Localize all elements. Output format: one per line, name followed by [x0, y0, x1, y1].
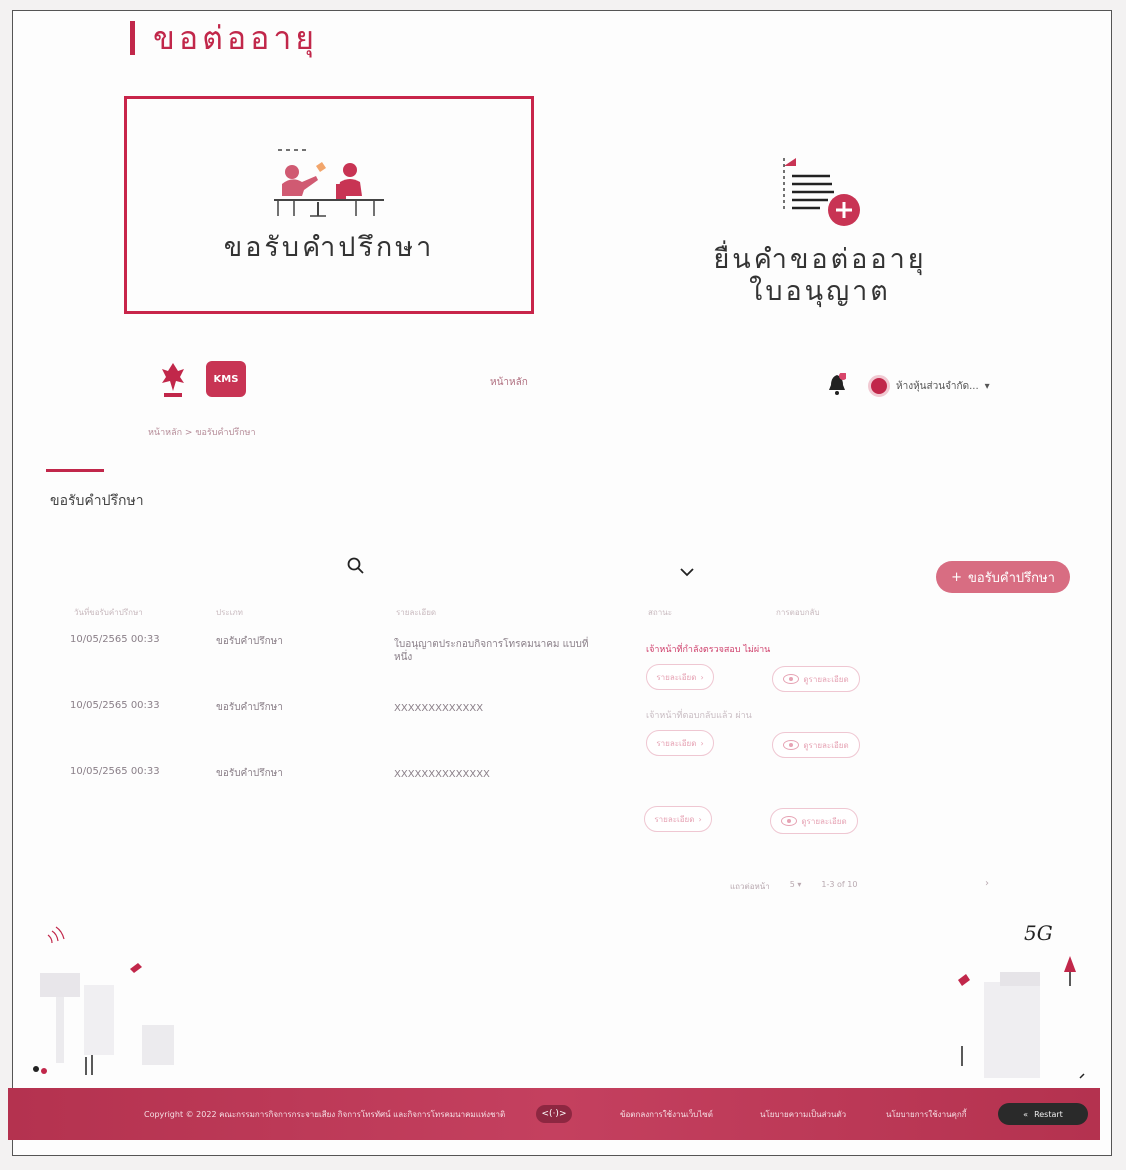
chevron-down-icon[interactable]: [678, 566, 696, 578]
table-row-desc: XXXXXXXXXXXXX: [394, 703, 484, 714]
breadcrumb: หน้าหลัก > ขอรับคำปรึกษา: [148, 425, 256, 439]
section-title: ขอรับคำปรึกษา: [50, 493, 144, 509]
table-header-status: สถานะ: [648, 608, 672, 617]
renew-card-label-line2: ใบอนุญาต: [749, 276, 891, 307]
breadcrumb-current: ขอรับคำปรึกษา: [195, 428, 256, 438]
table-row-desc: ใบอนุญาตประกอบกิจการโทรคมนาคม แบบที่หนึ่…: [394, 639, 589, 663]
detail-button[interactable]: รายละเอียด ›: [644, 806, 712, 832]
user-menu[interactable]: ห้างหุ้นส่วนจำกัด... ▾: [868, 375, 990, 397]
section-accent-line: [46, 469, 104, 472]
detail-button[interactable]: รายละเอียด ›: [646, 730, 714, 756]
table-row-type: ขอรับคำปรึกษา: [216, 702, 283, 713]
site-footer: Copyright © 2022 คณะกรรมการกิจการกระจายเ…: [8, 1088, 1100, 1140]
table-row-date: 10/05/2565 00:33: [70, 700, 160, 711]
eye-icon: [783, 740, 800, 750]
footer-link-cookies[interactable]: นโยบายการใช้งานคุกกี้: [886, 1108, 967, 1121]
notification-bell-icon[interactable]: [828, 373, 846, 395]
breadcrumb-home[interactable]: หน้าหลัก: [148, 428, 182, 438]
eye-icon: [781, 816, 798, 826]
detail-button-label: รายละเอียด: [656, 738, 697, 748]
chevron-right-icon: ›: [700, 672, 704, 682]
page-title: ขอต่ออายุ: [130, 18, 318, 58]
search-icon[interactable]: [346, 556, 366, 576]
chevron-down-icon: ▾: [984, 380, 990, 392]
document-add-icon: [783, 157, 860, 226]
table-header-desc: รายละเอียด: [396, 608, 437, 617]
city-illustration-right: 5G: [958, 921, 1085, 1079]
add-consultation-label: ขอรับคำปรึกษา: [968, 570, 1055, 586]
table-row-status: เจ้าหน้าที่ตอบกลับแล้ว ผ่าน: [646, 711, 752, 721]
rewind-icon: «: [1023, 1109, 1029, 1119]
top-nav-bar: KMS หน้าหลัก ห้างหุ้นส่วนจำกัด... ▾: [140, 355, 1030, 405]
page-range: 1-3 of 10: [821, 880, 858, 889]
code-toggle-button[interactable]: <(·)>: [536, 1105, 572, 1123]
table-row-status: เจ้าหน้าที่กำลังตรวจสอบ ไม่ผ่าน: [646, 645, 771, 655]
table-header-date: วันที่ขอรับคำปรึกษา: [74, 608, 143, 617]
city-illustration-left: [33, 926, 174, 1075]
view-details-label: ดูรายละเอียด: [803, 740, 849, 750]
page-title-text: ขอต่ออายุ: [153, 18, 319, 57]
user-name: ห้างหุ้นส่วนจำกัด...: [896, 380, 979, 392]
detail-button-label: รายละเอียด: [656, 672, 697, 682]
table-row-type: ขอรับคำปรึกษา: [216, 768, 283, 779]
footer-link-terms[interactable]: ข้อตกลงการใช้งานเว็บไซต์: [620, 1108, 713, 1121]
renew-license-card[interactable]: ยื่นคำขอต่ออายุ ใบอนุญาต: [650, 140, 990, 320]
table-row-desc: XXXXXXXXXXXXXX: [394, 769, 490, 780]
table-header-reply: การตอบกลับ: [776, 608, 820, 617]
kms-logo[interactable]: KMS: [206, 361, 246, 397]
add-consultation-button[interactable]: + ขอรับคำปรึกษา: [936, 561, 1070, 593]
restart-label: Restart: [1034, 1109, 1063, 1119]
chevron-right-icon: ›: [700, 738, 704, 748]
plus-icon: +: [951, 569, 962, 585]
next-page-button[interactable]: ›: [985, 878, 989, 889]
pagination: แถวต่อหน้า 5 ▾ 1-3 of 10: [730, 880, 857, 893]
view-details-button[interactable]: ดูรายละเอียด: [772, 732, 860, 758]
rows-per-page-label: แถวต่อหน้า: [730, 882, 770, 891]
view-details-label: ดูรายละเอียด: [801, 816, 847, 826]
rows-per-page-select[interactable]: 5 ▾: [790, 880, 802, 893]
chevron-right-icon: ›: [698, 814, 702, 824]
renew-card-label-line1: ยื่นคำขอต่ออายุ: [713, 243, 927, 275]
detail-button[interactable]: รายละเอียด ›: [646, 664, 714, 690]
breadcrumb-separator: >: [184, 428, 193, 438]
title-accent-bar: [130, 21, 135, 55]
consultation-card-label: ขอรับคำปรึกษา: [223, 231, 435, 263]
detail-button-label: รายละเอียด: [654, 814, 695, 824]
restart-button[interactable]: « Restart: [998, 1103, 1088, 1125]
garuda-logo-icon: [162, 363, 184, 397]
footer-copyright: Copyright © 2022 คณะกรรมการกิจการกระจายเ…: [144, 1109, 506, 1119]
table-row-date: 10/05/2565 00:33: [70, 634, 160, 645]
view-details-button[interactable]: ดูรายละเอียด: [772, 666, 860, 692]
5g-label: 5G: [1024, 921, 1053, 945]
consultation-card[interactable]: ขอรับคำปรึกษา: [124, 96, 534, 314]
view-details-label: ดูรายละเอียด: [803, 674, 849, 684]
table-row-date: 10/05/2565 00:33: [70, 766, 160, 777]
footer-link-privacy[interactable]: นโยบายความเป็นส่วนตัว: [760, 1108, 846, 1121]
eye-icon: [783, 674, 800, 684]
nav-home-link[interactable]: หน้าหลัก: [490, 375, 528, 390]
table-header-type: ประเภท: [216, 608, 243, 617]
table-row-type: ขอรับคำปรึกษา: [216, 636, 283, 647]
user-avatar: [868, 375, 890, 397]
consultation-icon: [274, 149, 384, 217]
view-details-button[interactable]: ดูรายละเอียด: [770, 808, 858, 834]
